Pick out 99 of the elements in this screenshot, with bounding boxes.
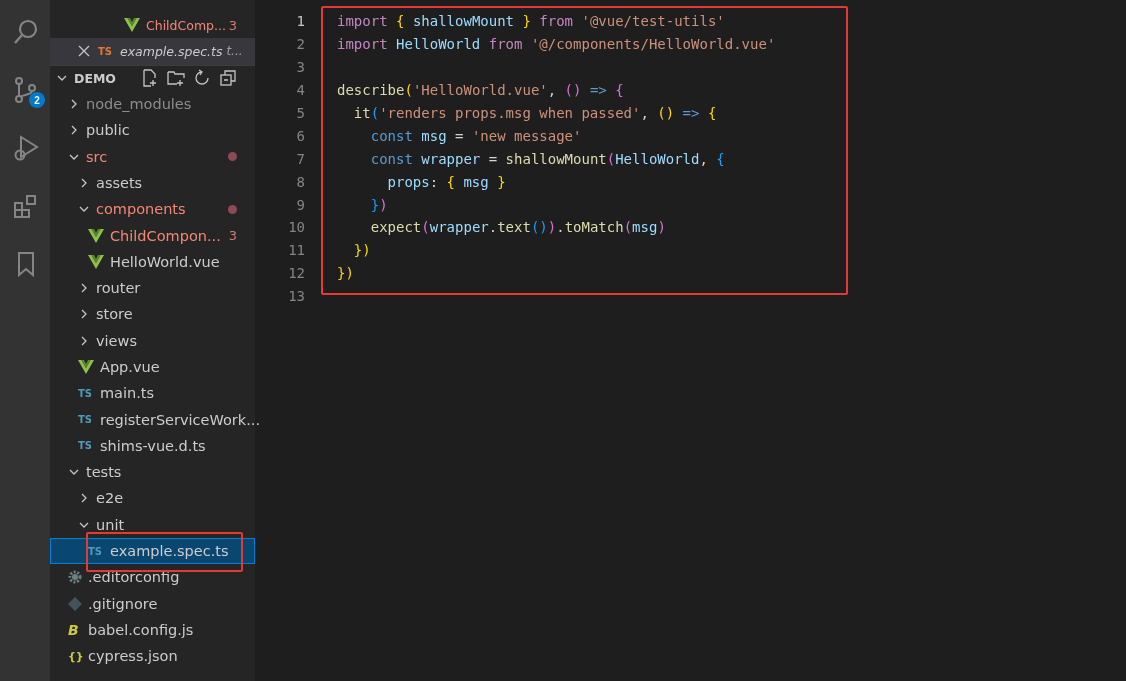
folder-item[interactable]: tests xyxy=(50,459,255,486)
code-line: }) xyxy=(369,196,388,213)
activity-bar-button[interactable]: 2 xyxy=(5,70,45,110)
folder-item[interactable]: node_modules xyxy=(50,90,255,118)
folder-name: assets xyxy=(96,174,143,191)
file-name: main.ts xyxy=(100,385,155,402)
line-number: 5 xyxy=(295,105,305,121)
folder-name: node_modules xyxy=(86,96,192,113)
file-name: example.spec.ts xyxy=(120,43,223,59)
file-name: HelloWorld.vue xyxy=(110,253,220,270)
code-line: describe('HelloWorld.vue', () => { xyxy=(337,82,624,99)
file-name: ChildCompon... xyxy=(110,227,221,244)
line-number: 8 xyxy=(295,173,305,190)
code-line: props: { msg } xyxy=(386,173,506,190)
file-name: registerServiceWork... xyxy=(100,411,261,428)
line-number: 4 xyxy=(295,82,305,99)
gear-icon xyxy=(68,570,82,585)
folder-item[interactable]: components xyxy=(50,196,255,223)
code-line: expect(wrapper.text()).toMatch(msg) xyxy=(369,219,666,236)
file-name: example.spec.ts xyxy=(110,543,229,560)
line-number: 2 xyxy=(295,36,305,53)
file-name: .editorconfig xyxy=(88,569,180,586)
open-editor-item[interactable]: TS example.spec.ts t... xyxy=(50,38,255,65)
file-name: cypress.json xyxy=(88,648,178,665)
ts-icon: TS xyxy=(78,414,94,426)
code-line: }) xyxy=(352,242,371,259)
file-item[interactable]: {} cypress.json xyxy=(50,643,255,670)
folder-item[interactable]: e2e xyxy=(50,485,255,512)
line-number: 11 xyxy=(287,242,305,259)
file-name: App.vue xyxy=(100,359,160,375)
file-item[interactable]: .gitignore xyxy=(50,590,255,617)
folder-name: store xyxy=(96,306,133,323)
ts-icon: TS xyxy=(78,387,94,399)
code-line: it('renders props.msg when passed', () => { xyxy=(352,105,717,121)
line-number: 1 xyxy=(295,13,305,30)
file-item[interactable]: App.vue xyxy=(50,353,255,381)
line-number: 6 xyxy=(295,127,305,144)
file-item[interactable]: B babel.config.js xyxy=(50,616,255,644)
folder-name: e2e xyxy=(96,490,124,507)
folder-name: src xyxy=(86,148,108,165)
code-line: import HelloWorld from '@/components/HelloWorld.vue' xyxy=(337,36,776,53)
code-line: }) xyxy=(337,265,354,282)
folder-item[interactable]: public xyxy=(50,117,255,144)
file-name: babel.config.js xyxy=(88,621,194,638)
vue-icon xyxy=(88,254,104,269)
ts-icon: TS xyxy=(78,440,94,452)
folder-item[interactable]: assets xyxy=(50,169,255,197)
line-number: 13 xyxy=(287,288,305,305)
file-path: t... xyxy=(226,44,243,59)
folder-name: tests xyxy=(86,464,122,481)
open-editor-item[interactable]: ChildComp... 3 xyxy=(50,12,255,39)
vue-icon xyxy=(78,360,94,374)
folder-name: components xyxy=(96,201,186,218)
folder-item[interactable]: src xyxy=(50,143,255,170)
folder-name: router xyxy=(96,280,141,297)
modified-dot xyxy=(228,204,237,214)
code-line: const msg = 'new message' xyxy=(369,127,582,144)
file-item[interactable]: .editorconfig xyxy=(50,564,255,591)
close-icon[interactable] xyxy=(78,45,90,58)
search-icon xyxy=(12,18,40,46)
new-folder-icon[interactable] xyxy=(167,69,185,88)
refresh-icon[interactable] xyxy=(193,69,211,88)
file-item[interactable]: TS shims-vue.d.ts xyxy=(50,432,255,460)
babel-icon: B xyxy=(68,621,82,638)
ts-icon: TS xyxy=(98,45,114,57)
line-number: 10 xyxy=(287,219,305,236)
folder-item[interactable]: store xyxy=(50,301,255,328)
line-number: 7 xyxy=(295,150,305,167)
folder-name: views xyxy=(96,332,137,349)
modified-dot xyxy=(228,152,237,162)
folder-name: unit xyxy=(96,516,125,533)
section-title: DEMO xyxy=(74,70,116,86)
vue-icon xyxy=(88,228,104,243)
file-item[interactable]: HelloWorld.vue xyxy=(50,248,255,275)
problem-count: 3 xyxy=(228,17,237,33)
new-file-icon[interactable] xyxy=(141,69,159,88)
folder-item[interactable]: views xyxy=(50,327,255,354)
file-name: .gitignore xyxy=(88,595,158,612)
folder-item[interactable]: router xyxy=(50,274,255,302)
folder-item[interactable]: unit xyxy=(50,511,255,538)
line-number: 12 xyxy=(287,265,305,282)
code-line: import { shallowMount } from '@vue/test-utils' xyxy=(337,13,725,30)
file-name: ChildComp... xyxy=(146,17,226,33)
code-line: const wrapper = shallowMount(HelloWorld, { xyxy=(369,150,725,167)
line-number: 3 xyxy=(295,59,305,76)
file-item[interactable]: TS main.ts xyxy=(50,380,255,407)
ts-icon: TS xyxy=(88,545,104,557)
file-name: shims-vue.d.ts xyxy=(100,437,206,454)
file-item[interactable]: ChildCompon... 3 xyxy=(50,222,255,249)
collapse-all-icon[interactable] xyxy=(219,69,237,88)
problem-count: 3 xyxy=(228,228,237,243)
folder-name: public xyxy=(86,122,130,139)
vue-icon xyxy=(124,18,140,33)
file-item[interactable]: TS example.spec.ts xyxy=(50,537,255,565)
diamond-icon xyxy=(68,596,82,611)
line-number: 9 xyxy=(295,196,305,213)
braces-icon: {} xyxy=(68,649,82,663)
play-bug-icon xyxy=(12,134,40,162)
count-badge: 2 xyxy=(29,92,45,108)
